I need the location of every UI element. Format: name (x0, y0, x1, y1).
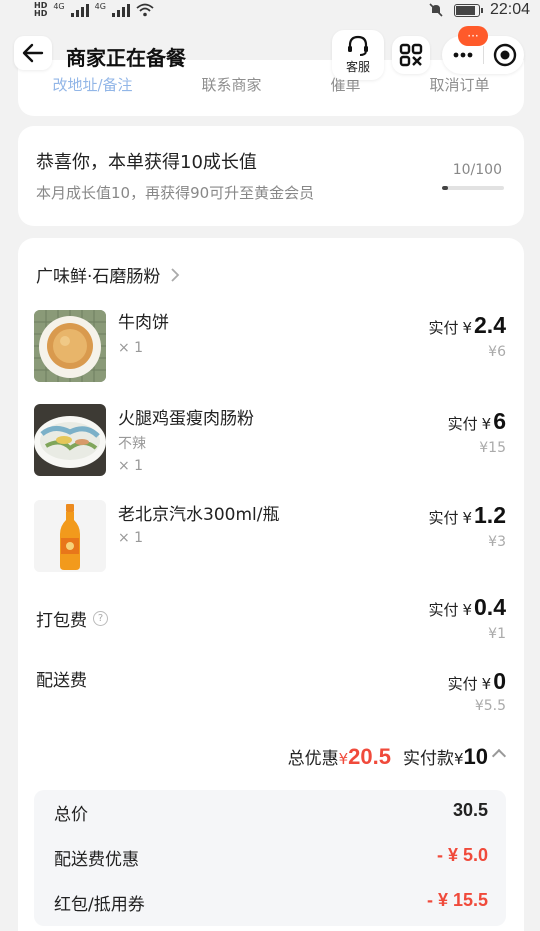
pay-currency: ¥ (462, 601, 473, 619)
shop-link[interactable]: 广味鲜·石磨肠粉 (36, 262, 180, 287)
capsule-menu: ··· (442, 26, 524, 74)
chevron-up-icon[interactable] (491, 748, 507, 764)
orig-price: ¥15 (479, 440, 506, 456)
capsule-divider (483, 46, 484, 64)
breakdown-value: - ¥ 15.5 (426, 890, 488, 910)
growth-progress-fill (442, 186, 449, 190)
qr-code-icon (399, 43, 423, 67)
orig-price: ¥1 (488, 626, 506, 642)
fee-pay: 实付 ¥ 0 (448, 668, 506, 695)
order-detail-card: 广味鲜·石磨肠粉 牛肉饼 × 1 实付 ¥ 2.4 ¥6 火腿鸡蛋瘦肉肠粉 不辣… (18, 238, 524, 931)
paid-label: 实付款 (402, 749, 454, 769)
item-name: 老北京汽水300ml/瓶 (118, 505, 280, 525)
arrow-left-icon (22, 43, 44, 63)
signal-type-2: 4G (94, 2, 106, 11)
breakdown-row-total: 总价 30.5 (54, 800, 488, 825)
pay-amount: 0 (493, 668, 506, 694)
pay-amount: 6 (493, 408, 506, 434)
breakdown-row-delivery-discount: 配送费优惠 - ¥ 5.0 (54, 845, 488, 870)
pay-currency: ¥ (462, 509, 473, 527)
breakdown-label: 配送费优惠 (54, 850, 139, 870)
fee-name: 打包费 (36, 611, 87, 631)
fee-row-delivery: 配送费 实付 ¥ 0 ¥5.5 (18, 666, 524, 726)
qr-code-button[interactable] (392, 36, 430, 74)
item-pay: 实付 ¥ 6 (448, 408, 506, 435)
fee-row-packaging: 打包费 ? 实付 ¥ 0.4 ¥1 (18, 594, 524, 654)
fee-label: 配送费 (36, 666, 87, 691)
signal-bars-icon-2 (111, 3, 130, 17)
pay-label: 实付 (447, 675, 478, 693)
shop-name: 广味鲜·石磨肠粉 (36, 267, 161, 287)
fee-pay: 实付 ¥ 0.4 (428, 594, 506, 621)
mute-bell-icon (429, 3, 443, 17)
price-breakdown: 总价 30.5 配送费优惠 - ¥ 5.0 红包/抵用券 - ¥ 15.5 (34, 790, 506, 926)
chevron-right-icon (171, 267, 180, 282)
status-time: 22:04 (489, 1, 530, 18)
growth-card[interactable]: 恭喜你，本单获得10成长值 本月成长值10，再获得90可升至黄金会员 10/10… (18, 126, 524, 226)
paid-amount: 10 (463, 744, 488, 769)
signal-bars-icon (70, 3, 89, 17)
orig-price: ¥6 (488, 344, 506, 360)
fee-name: 配送费 (36, 671, 87, 691)
hd-label-2: HD (34, 9, 48, 18)
discount-label: 总优惠 (287, 749, 339, 769)
breakdown-value: 30.5 (452, 800, 488, 820)
pay-label: 实付 (428, 319, 459, 337)
more-badge: ··· (458, 26, 488, 46)
pay-amount: 0.4 (474, 594, 506, 620)
order-item: 火腿鸡蛋瘦肉肠粉 不辣 × 1 实付 ¥ 6 ¥15 (18, 404, 524, 484)
item-spec: 不辣 (118, 436, 146, 452)
pay-label: 实付 (428, 601, 459, 619)
customer-service-button[interactable]: 客服 (332, 30, 384, 80)
order-item: 牛肉饼 × 1 实付 ¥ 2.4 ¥6 (18, 308, 524, 388)
status-bar: HD HD 4G 4G 22:04 (0, 0, 540, 22)
item-name: 牛肉饼 (118, 313, 169, 333)
signal-type-1: 4G (53, 2, 65, 11)
item-qty: × 1 (118, 458, 144, 474)
page-title: 商家正在备餐 (66, 46, 186, 70)
pay-amount: 1.2 (474, 502, 506, 528)
order-summary[interactable]: 总优惠 ¥ 20.5 实付款 ¥ 10 (287, 744, 507, 770)
growth-count: 10/100 (452, 162, 502, 178)
growth-progress-bar (442, 186, 504, 190)
item-pay: 实付 ¥ 2.4 (428, 312, 506, 339)
growth-subtitle: 本月成长值10，再获得90可升至黄金会员 (36, 184, 315, 202)
headset-icon (348, 35, 368, 56)
pay-label: 实付 (447, 415, 478, 433)
orig-price: ¥5.5 (474, 698, 506, 714)
orig-price: ¥3 (488, 534, 506, 550)
breakdown-label: 红包/抵用券 (54, 895, 145, 915)
back-button[interactable] (14, 36, 52, 70)
item-qty: × 1 (118, 340, 144, 356)
discount-currency: ¥ (338, 750, 349, 768)
pay-currency: ¥ (462, 319, 473, 337)
service-label: 客服 (345, 60, 370, 74)
item-pay: 实付 ¥ 1.2 (428, 502, 506, 529)
pay-label: 实付 (428, 509, 459, 527)
fee-label: 打包费 ? (36, 606, 108, 631)
growth-title: 恭喜你，本单获得10成长值 (36, 152, 257, 173)
pay-amount: 2.4 (474, 312, 506, 338)
order-item: 老北京汽水300ml/瓶 × 1 实付 ¥ 1.2 ¥3 (18, 500, 524, 580)
item-image-rice-roll (34, 404, 106, 476)
more-dots-icon (453, 52, 473, 58)
item-image-soda (34, 500, 106, 572)
wifi-icon (136, 3, 154, 17)
target-circle-icon[interactable] (492, 42, 518, 68)
breakdown-value: - ¥ 5.0 (436, 845, 488, 865)
discount-amount: 20.5 (348, 744, 391, 769)
battery-icon (453, 3, 483, 17)
item-qty: × 1 (118, 530, 144, 546)
pay-currency: ¥ (481, 675, 492, 693)
breakdown-label: 总价 (54, 805, 88, 825)
paid-currency: ¥ (453, 750, 464, 768)
breakdown-row-coupon: 红包/抵用券 - ¥ 15.5 (54, 890, 488, 915)
pay-currency: ¥ (481, 415, 492, 433)
network-hd-icon: HD HD (34, 2, 47, 18)
item-image-beef-pie (34, 310, 106, 382)
question-circle-icon[interactable]: ? (93, 611, 108, 626)
page-header: 商家正在备餐 客服 ··· (0, 22, 540, 84)
item-name: 火腿鸡蛋瘦肉肠粉 (118, 409, 254, 429)
